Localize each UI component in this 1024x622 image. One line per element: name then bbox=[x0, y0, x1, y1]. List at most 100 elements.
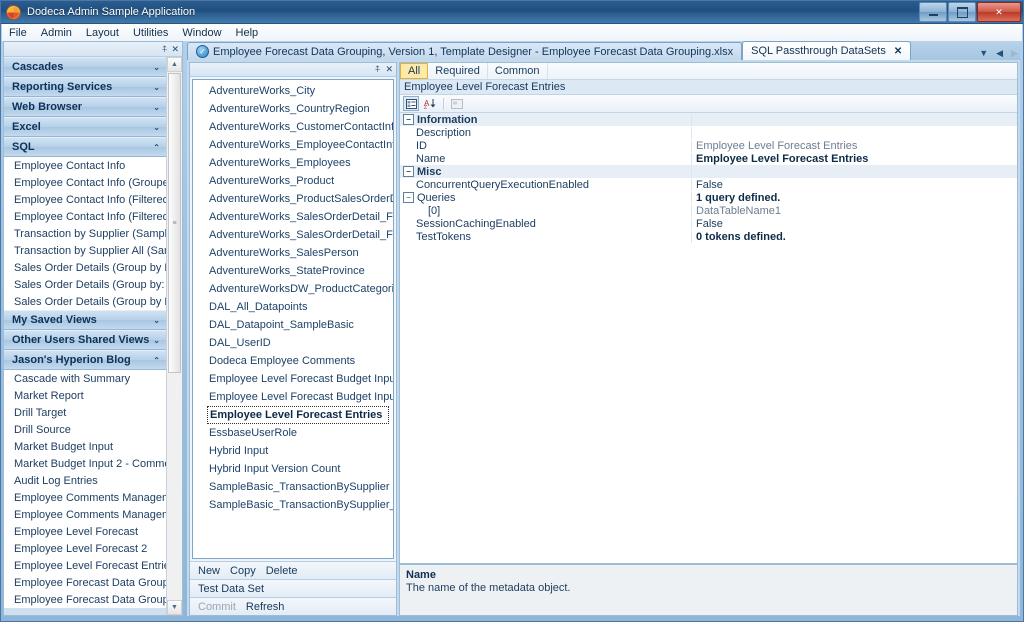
sidebar-item[interactable]: Employee Contact Info (Grouped by... bbox=[4, 174, 166, 191]
property-row[interactable]: TestTokens 0 tokens defined. bbox=[400, 230, 1017, 243]
sidebar-item[interactable]: Sales Order Details (Group by Prod... bbox=[4, 259, 166, 276]
list-item[interactable]: DAL_UserID bbox=[193, 334, 393, 352]
scroll-tabs-left-icon[interactable]: ◀ bbox=[996, 49, 1003, 58]
new-button[interactable]: New bbox=[198, 565, 220, 577]
sidebar-item[interactable]: Transaction by Supplier All (Sample... bbox=[4, 242, 166, 259]
list-item[interactable]: Hybrid Input Version Count bbox=[193, 460, 393, 478]
sidebar-item[interactable]: Transaction by Supplier (Sample Ba... bbox=[4, 225, 166, 242]
categorized-view-icon[interactable] bbox=[403, 96, 419, 111]
filter-tab-required[interactable]: Required bbox=[428, 63, 488, 79]
expander-collapse-icon[interactable]: − bbox=[403, 166, 414, 177]
menu-item-file[interactable]: File bbox=[2, 26, 34, 40]
list-item[interactable]: Employee Level Forecast Budget Input Ent… bbox=[193, 388, 393, 406]
alphabetical-sort-icon[interactable]: A Z bbox=[422, 96, 438, 111]
tab-sql-passthrough-datasets[interactable]: SQL Passthrough DataSets ✕ bbox=[742, 41, 912, 60]
menu-item-utilities[interactable]: Utilities bbox=[126, 26, 175, 40]
property-grid[interactable]: − Information Description ID Employee Level … bbox=[400, 113, 1017, 563]
list-item[interactable]: Hybrid Input bbox=[193, 442, 393, 460]
sidebar-item[interactable]: Drill Target bbox=[4, 404, 166, 421]
property-row[interactable]: Name Employee Level Forecast Entries bbox=[400, 152, 1017, 165]
menu-item-help[interactable]: Help bbox=[229, 26, 266, 40]
list-item[interactable]: SampleBasic_TransactionBySupplier_All bbox=[193, 496, 393, 514]
filter-tab-all[interactable]: All bbox=[400, 63, 429, 79]
scroll-tabs-right-icon[interactable]: ▶ bbox=[1011, 49, 1018, 58]
sidebar-item[interactable]: Employee Comments Management... bbox=[4, 489, 166, 506]
list-item[interactable]: AdventureWorks_CustomerContactInfo bbox=[193, 118, 393, 136]
list-item[interactable]: DAL_All_Datapoints bbox=[193, 298, 393, 316]
expander-collapse-icon[interactable]: − bbox=[403, 192, 414, 203]
property-value-cell[interactable]: Employee Level Forecast Entries bbox=[692, 140, 1017, 152]
sidebar-item[interactable]: Employee Contact Info (Filtered by:... bbox=[4, 191, 166, 208]
sidebar-vertical-scrollbar[interactable]: ▲ ≡ ▼ bbox=[166, 57, 182, 615]
sidebar-item[interactable]: Market Report bbox=[4, 387, 166, 404]
copy-button[interactable]: Copy bbox=[230, 565, 256, 577]
tab-employee-forecast-data-grouping[interactable]: ✓ Employee Forecast Data Grouping, Versi… bbox=[187, 42, 743, 60]
close-button[interactable]: ✕ bbox=[977, 2, 1021, 22]
pin-icon[interactable]: ⍏ bbox=[162, 44, 167, 54]
list-panel-close-icon[interactable]: ✕ bbox=[385, 65, 393, 74]
sidebar-group-jason-s-hyperion-blog[interactable]: Jason's Hyperion Blog ⌃ bbox=[4, 350, 166, 370]
list-item[interactable]: AdventureWorks_SalesOrderDetail_Filtere.… bbox=[193, 208, 393, 226]
list-item[interactable]: SampleBasic_TransactionBySupplier bbox=[193, 478, 393, 496]
property-row[interactable]: ConcurrentQueryExecutionEnabled False bbox=[400, 178, 1017, 191]
list-item[interactable]: AdventureWorks_SalesOrderDetail_Filtere.… bbox=[193, 226, 393, 244]
property-value-cell[interactable]: Employee Level Forecast Entries bbox=[692, 153, 1017, 165]
sidebar-item[interactable]: Sales Order Details (Group by Prod... bbox=[4, 293, 166, 310]
property-row[interactable]: Description bbox=[400, 126, 1017, 139]
sidebar-group-other-users-shared-views[interactable]: Other Users Shared Views ⌄ bbox=[4, 330, 166, 350]
sidebar-group-cascades[interactable]: Cascades ⌄ bbox=[4, 57, 166, 77]
sidebar-item[interactable]: Cascade with Summary bbox=[4, 370, 166, 387]
property-row[interactable]: ID Employee Level Forecast Entries bbox=[400, 139, 1017, 152]
sidebar-item[interactable]: Employee Contact Info bbox=[4, 157, 166, 174]
filter-tab-common[interactable]: Common bbox=[488, 63, 548, 79]
pin-icon[interactable]: ⍏ bbox=[375, 65, 380, 74]
list-item[interactable]: AdventureWorks_SalesPerson bbox=[193, 244, 393, 262]
sidebar-item[interactable]: Employee Comments Management bbox=[4, 506, 166, 523]
property-row[interactable]: − Queries 1 query defined. bbox=[400, 191, 1017, 204]
sidebar-item[interactable]: Employee Level Forecast 2 bbox=[4, 540, 166, 557]
sidebar-item[interactable]: Employee Level Forecast Entries bbox=[4, 557, 166, 574]
property-row[interactable]: [0] DataTableName1 bbox=[400, 204, 1017, 217]
sidebar-group-excel[interactable]: Excel ⌄ bbox=[4, 117, 166, 137]
property-value-cell[interactable]: 0 tokens defined. bbox=[692, 231, 1017, 243]
sidebar-item[interactable]: Employee Forecast Data Grouping bbox=[4, 574, 166, 591]
minimize-button[interactable] bbox=[919, 2, 947, 22]
list-item[interactable]: AdventureWorks_CountryRegion bbox=[193, 100, 393, 118]
sidebar-item[interactable]: Employee Forecast Data Grouping 2 bbox=[4, 591, 166, 608]
list-item[interactable]: AdventureWorks_StateProvince bbox=[193, 262, 393, 280]
sidebar-group-sql[interactable]: SQL ⌃ bbox=[4, 137, 166, 157]
test-data-set-button[interactable]: Test Data Set bbox=[198, 583, 264, 595]
expander-collapse-icon[interactable]: − bbox=[403, 114, 414, 125]
tab-list-dropdown-icon[interactable]: ▼ bbox=[979, 49, 988, 58]
scrollbar-thumb[interactable]: ≡ bbox=[168, 73, 181, 373]
refresh-button[interactable]: Refresh bbox=[246, 601, 285, 613]
list-item[interactable]: AdventureWorks_City bbox=[193, 82, 393, 100]
list-item[interactable]: AdventureWorks_Product bbox=[193, 172, 393, 190]
list-item[interactable]: EssbaseUserRole bbox=[193, 424, 393, 442]
sidebar-item[interactable]: Drill Source bbox=[4, 421, 166, 438]
sidebar-item[interactable]: Audit Log Entries bbox=[4, 472, 166, 489]
sidebar-item[interactable]: Employee Level Forecast bbox=[4, 523, 166, 540]
menu-item-layout[interactable]: Layout bbox=[79, 26, 126, 40]
delete-button[interactable]: Delete bbox=[266, 565, 298, 577]
dataset-list[interactable]: AdventureWorks_City AdventureWorks_Countr… bbox=[193, 80, 393, 558]
scroll-down-icon[interactable]: ▼ bbox=[167, 600, 182, 615]
list-item[interactable]: AdventureWorks_Employees bbox=[193, 154, 393, 172]
list-item[interactable]: Dodeca Employee Comments bbox=[193, 352, 393, 370]
sidebar-item[interactable]: Market Budget Input 2 - Comments bbox=[4, 455, 166, 472]
commit-button[interactable]: Commit bbox=[198, 601, 236, 613]
property-pages-icon[interactable] bbox=[449, 96, 465, 111]
scroll-up-icon[interactable]: ▲ bbox=[167, 57, 182, 72]
property-value-cell[interactable]: False bbox=[692, 179, 1017, 191]
property-value-cell[interactable]: False bbox=[692, 218, 1017, 230]
list-item[interactable]: DAL_Datapoint_SampleBasic bbox=[193, 316, 393, 334]
menu-item-window[interactable]: Window bbox=[175, 26, 228, 40]
sidebar-group-reporting-services[interactable]: Reporting Services ⌄ bbox=[4, 77, 166, 97]
list-item[interactable]: Employee Level Forecast Budget Input bbox=[193, 370, 393, 388]
list-item[interactable]: AdventureWorks_EmployeeContactInfo_U... bbox=[193, 136, 393, 154]
property-value-cell[interactable]: 1 query defined. bbox=[692, 192, 1017, 204]
property-category-row[interactable]: − Misc bbox=[400, 165, 1017, 178]
property-category-row[interactable]: − Information bbox=[400, 113, 1017, 126]
maximize-button[interactable] bbox=[948, 2, 976, 22]
list-item[interactable]: AdventureWorksDW_ProductCategories bbox=[193, 280, 393, 298]
